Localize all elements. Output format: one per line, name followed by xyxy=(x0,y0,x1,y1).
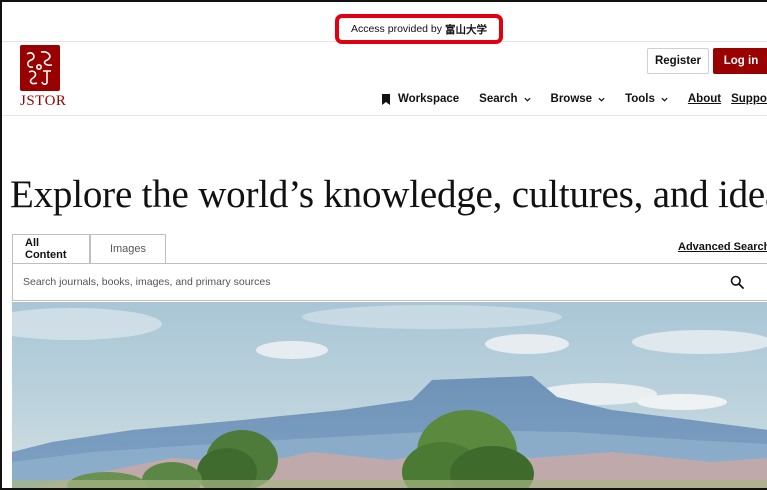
search-tabs: All Content Images xyxy=(12,234,166,263)
search-icon[interactable] xyxy=(730,275,744,289)
nav-tools-label: Tools xyxy=(625,93,655,105)
nav-search-label: Search xyxy=(479,93,518,105)
jstor-emblem-icon xyxy=(26,51,53,86)
nav-support[interactable]: Support xyxy=(731,93,767,105)
tab-all-content[interactable]: All Content xyxy=(12,234,90,263)
jstor-wordmark: JSTOR xyxy=(20,93,67,109)
page-title: Explore the world’s knowledge, cultures,… xyxy=(10,173,767,216)
register-button[interactable]: Register xyxy=(647,48,709,74)
bookmark-icon xyxy=(382,93,390,105)
nav-workspace[interactable]: Workspace xyxy=(382,93,459,105)
jstor-logo[interactable]: JSTOR xyxy=(20,45,70,115)
browser-viewport: Access provided by 富山大学 JSTOR Register L… xyxy=(0,0,767,490)
access-prefix: Access provided by xyxy=(350,23,443,35)
nav-browse[interactable]: Browse xyxy=(551,93,606,105)
nav-about[interactable]: About xyxy=(688,93,721,105)
jstor-logo-mark xyxy=(20,45,60,91)
hero-landscape-painting xyxy=(12,302,767,488)
main-nav: Workspace Search Browse Tools About Supp… xyxy=(382,90,767,108)
nav-workspace-label: Workspace xyxy=(398,93,460,105)
login-button[interactable]: Log in xyxy=(713,48,767,74)
advanced-search-link[interactable]: Advanced Search xyxy=(678,241,767,253)
nav-browse-label: Browse xyxy=(550,93,593,105)
nav-search[interactable]: Search xyxy=(479,93,531,105)
chevron-down-icon xyxy=(598,97,605,102)
institution-name: 富山大学 xyxy=(445,23,488,36)
search-input[interactable] xyxy=(13,264,730,300)
tab-images[interactable]: Images xyxy=(90,234,166,263)
header-divider xyxy=(2,115,767,116)
search-bar xyxy=(12,263,767,301)
chevron-down-icon xyxy=(523,97,531,102)
nav-tools[interactable]: Tools xyxy=(625,93,668,105)
chevron-down-icon xyxy=(661,97,668,102)
access-provided-notice: Access provided by 富山大学 xyxy=(335,14,503,44)
access-banner: Access provided by 富山大学 xyxy=(2,2,767,44)
landscape-painting-image xyxy=(12,302,767,488)
